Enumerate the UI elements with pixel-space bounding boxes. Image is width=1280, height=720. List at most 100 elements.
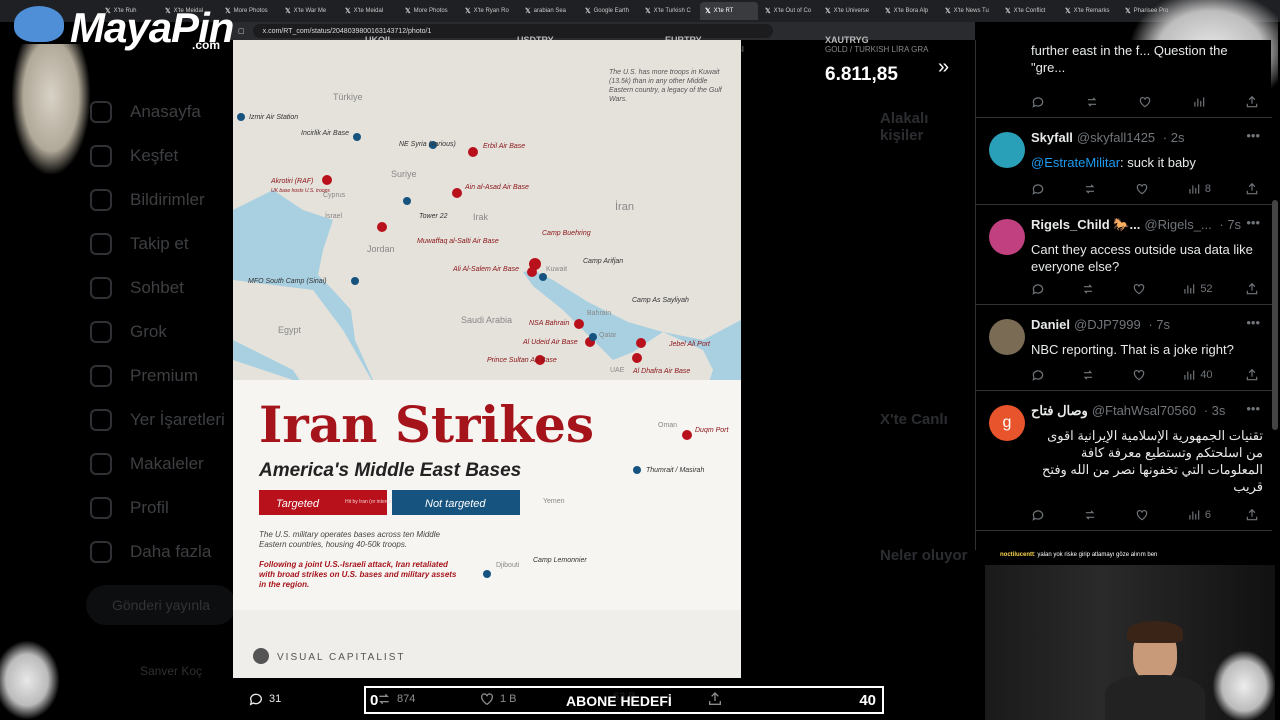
- more-options-icon[interactable]: •••: [1246, 315, 1260, 330]
- views-button[interactable]: 6: [1187, 507, 1211, 523]
- repost-button[interactable]: [1085, 94, 1103, 110]
- goal-current: 0: [370, 692, 379, 709]
- reply-button[interactable]: [1031, 507, 1049, 523]
- mention-link[interactable]: @EstrateMilitar: [1031, 155, 1120, 170]
- browser-tab[interactable]: 𝕏 More Photos: [400, 2, 458, 20]
- user-name-row[interactable]: Daniel @DJP7999 · 7s: [1031, 317, 1170, 332]
- sidebar-item-label: Bildirimler: [130, 190, 205, 209]
- sidebar-item[interactable]: Keşfet: [90, 134, 240, 178]
- sidebar-item[interactable]: Sohbet: [90, 266, 240, 310]
- browser-tab[interactable]: 𝕏 X'te Bora Alp: [880, 2, 938, 20]
- sidebar-item[interactable]: Makaleler: [90, 442, 240, 486]
- avatar[interactable]: [989, 132, 1025, 168]
- user-handle: @skyfall1425: [1076, 130, 1156, 145]
- browser-tab[interactable]: 𝕏 X'te RT: [700, 2, 758, 20]
- sidebar-item[interactable]: Premium: [90, 354, 240, 398]
- base-marker: [351, 277, 359, 285]
- reply-tweet[interactable]: further east in the f... Question the "g…: [976, 40, 1272, 118]
- cat-sticker-image: [1213, 651, 1275, 720]
- base-marker: [483, 570, 491, 578]
- reply-tweet[interactable]: Rigels_Child 🐎... @Rigels_... · 7s ••• Cant…: [976, 205, 1272, 305]
- base-label: Akrotiri (RAF): [270, 178, 313, 185]
- views-button[interactable]: 52: [1182, 281, 1213, 297]
- sidebar-item[interactable]: Grok: [90, 310, 240, 354]
- repost-button[interactable]: [1083, 181, 1101, 197]
- repost-button[interactable]: [1081, 367, 1099, 383]
- user-name-row[interactable]: وصال فتاح @FtahWsal70560 · 3s: [1031, 403, 1225, 419]
- more-options-icon[interactable]: •••: [1246, 215, 1260, 230]
- country-label-yemen: Yemen: [543, 498, 565, 505]
- repost-button[interactable]: [1081, 281, 1099, 297]
- repost-button[interactable]: [1083, 507, 1101, 523]
- country-label-turkiye: Türkiye: [333, 92, 363, 102]
- views-icon: [1189, 510, 1200, 520]
- reply-button[interactable]: [1031, 181, 1049, 197]
- country-label-uae: UAE: [610, 367, 625, 374]
- views-button[interactable]: 8: [1187, 181, 1211, 197]
- share-button[interactable]: [1245, 507, 1263, 523]
- reply-button[interactable]: 31: [248, 691, 281, 707]
- bookmark-icon[interactable]: ▢: [238, 27, 245, 35]
- views-button[interactable]: [1192, 94, 1210, 110]
- view-count: 6: [1204, 509, 1212, 521]
- avatar[interactable]: g: [989, 405, 1025, 441]
- feed-scrollbar[interactable]: [1272, 200, 1278, 430]
- sidebar-item[interactable]: Yer İşaretleri: [90, 398, 240, 442]
- subscriber-goal-overlay: 0 ABONE HEDEFİ 40: [364, 686, 884, 714]
- like-button[interactable]: [1135, 507, 1153, 523]
- browser-tab[interactable]: 𝕏arabian Sea: [520, 2, 578, 20]
- share-button[interactable]: [1245, 94, 1263, 110]
- views-button[interactable]: 40: [1182, 367, 1213, 383]
- like-button[interactable]: [1138, 94, 1156, 110]
- reply-tweet[interactable]: g وصال فتاح @FtahWsal70560 · 3s ••• تقنيات ا…: [976, 391, 1272, 531]
- share-button[interactable]: [1245, 281, 1263, 297]
- browser-tab[interactable]: 𝕏 X'te Conflict: [1000, 2, 1058, 20]
- base-label: Incirlik Air Base: [301, 130, 349, 137]
- like-button[interactable]: [1132, 367, 1150, 383]
- sidebar-item[interactable]: Bildirimler: [90, 178, 240, 222]
- x-logo-icon: 𝕏: [765, 8, 771, 15]
- related-people-heading: Alakalı kişiler: [880, 110, 929, 144]
- like-button[interactable]: [1132, 281, 1150, 297]
- sidebar-item[interactable]: Anasayfa: [90, 90, 240, 134]
- targeted-base-marker: [322, 175, 332, 185]
- x-live-heading: X'te Canlı: [880, 411, 948, 428]
- share-button[interactable]: [1245, 367, 1263, 383]
- share-button[interactable]: [1245, 181, 1263, 197]
- base-label: Ain al-Asad Air Base: [464, 184, 529, 191]
- x-logo-icon: 𝕏: [525, 8, 531, 15]
- user-name-row[interactable]: Skyfall @skyfall1425 · 2s: [1031, 130, 1184, 145]
- post-button[interactable]: Gönderi yayınla: [86, 585, 236, 625]
- reply-tweet[interactable]: Daniel @DJP7999 · 7s ••• NBC reporting. Tha…: [976, 305, 1272, 391]
- browser-tab[interactable]: 𝕏 X'te Universe: [820, 2, 878, 20]
- stream-chat-message: noctilucentt: yalan yok riske girip atla…: [1000, 552, 1275, 558]
- browser-tab[interactable]: 𝕏 X'te Remarks: [1060, 2, 1118, 20]
- browser-tab[interactable]: 𝕏 X'te News Tu: [940, 2, 998, 20]
- avatar[interactable]: [989, 219, 1025, 255]
- views-icon: [1189, 184, 1200, 194]
- more-options-icon[interactable]: •••: [1246, 401, 1260, 416]
- next-photo-chevron-icon[interactable]: »: [938, 56, 949, 79]
- browser-tab[interactable]: 𝕏 X'te Meidal: [340, 2, 398, 20]
- visual-capitalist-logo-icon: [253, 648, 269, 664]
- user-name-row[interactable]: Rigels_Child 🐎... @Rigels_... · 7s: [1031, 217, 1241, 233]
- reply-tweet[interactable]: Skyfall @skyfall1425 · 2s ••• @EstrateMilit…: [976, 118, 1272, 205]
- like-button[interactable]: [1135, 181, 1153, 197]
- sidebar-item[interactable]: Profil: [90, 486, 240, 530]
- browser-tab[interactable]: 𝕏 X'te Turkish C: [640, 2, 698, 20]
- country-label-iran: İran: [615, 200, 634, 213]
- browser-tab[interactable]: 𝕏 X'te War Me: [280, 2, 338, 20]
- sidebar-item[interactable]: Daha fazla: [90, 530, 240, 574]
- reply-button[interactable]: [1031, 281, 1049, 297]
- avatar[interactable]: [989, 319, 1025, 355]
- more-options-icon[interactable]: •••: [1246, 128, 1260, 143]
- tweet-text: further east in the f... Question the "g…: [1031, 42, 1263, 76]
- photo-iran-strikes-map[interactable]: Türkiye Suriye Irak İran Jordan Egypt Sa…: [233, 40, 741, 678]
- browser-tab[interactable]: 𝕏 X'te Ryan Ro: [460, 2, 518, 20]
- sidebar-item[interactable]: Takip et: [90, 222, 240, 266]
- reply-button[interactable]: [1031, 94, 1049, 110]
- browser-tab[interactable]: 𝕏 Google Earth: [580, 2, 638, 20]
- base-label: NE Syria (various): [399, 141, 456, 148]
- reply-button[interactable]: [1031, 367, 1049, 383]
- browser-tab[interactable]: 𝕏 X'te Out of Co: [760, 2, 818, 20]
